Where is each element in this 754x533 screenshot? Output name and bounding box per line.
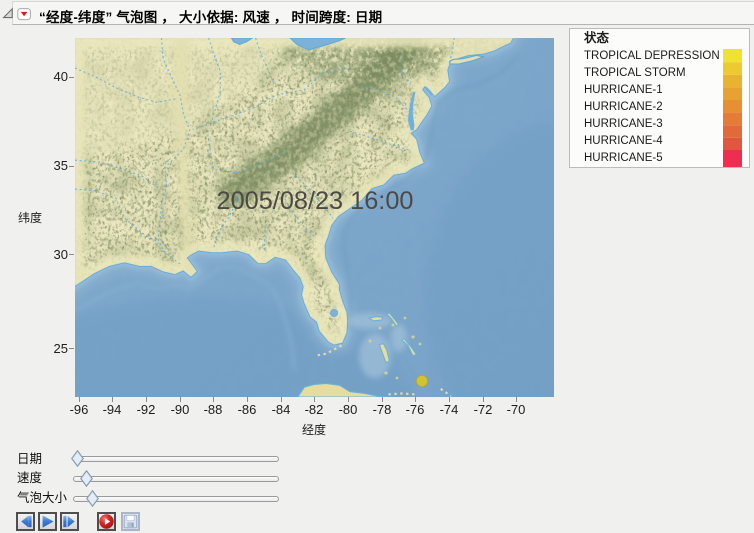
svg-text:2005/08/23 16:00: 2005/08/23 16:00 bbox=[217, 187, 414, 215]
